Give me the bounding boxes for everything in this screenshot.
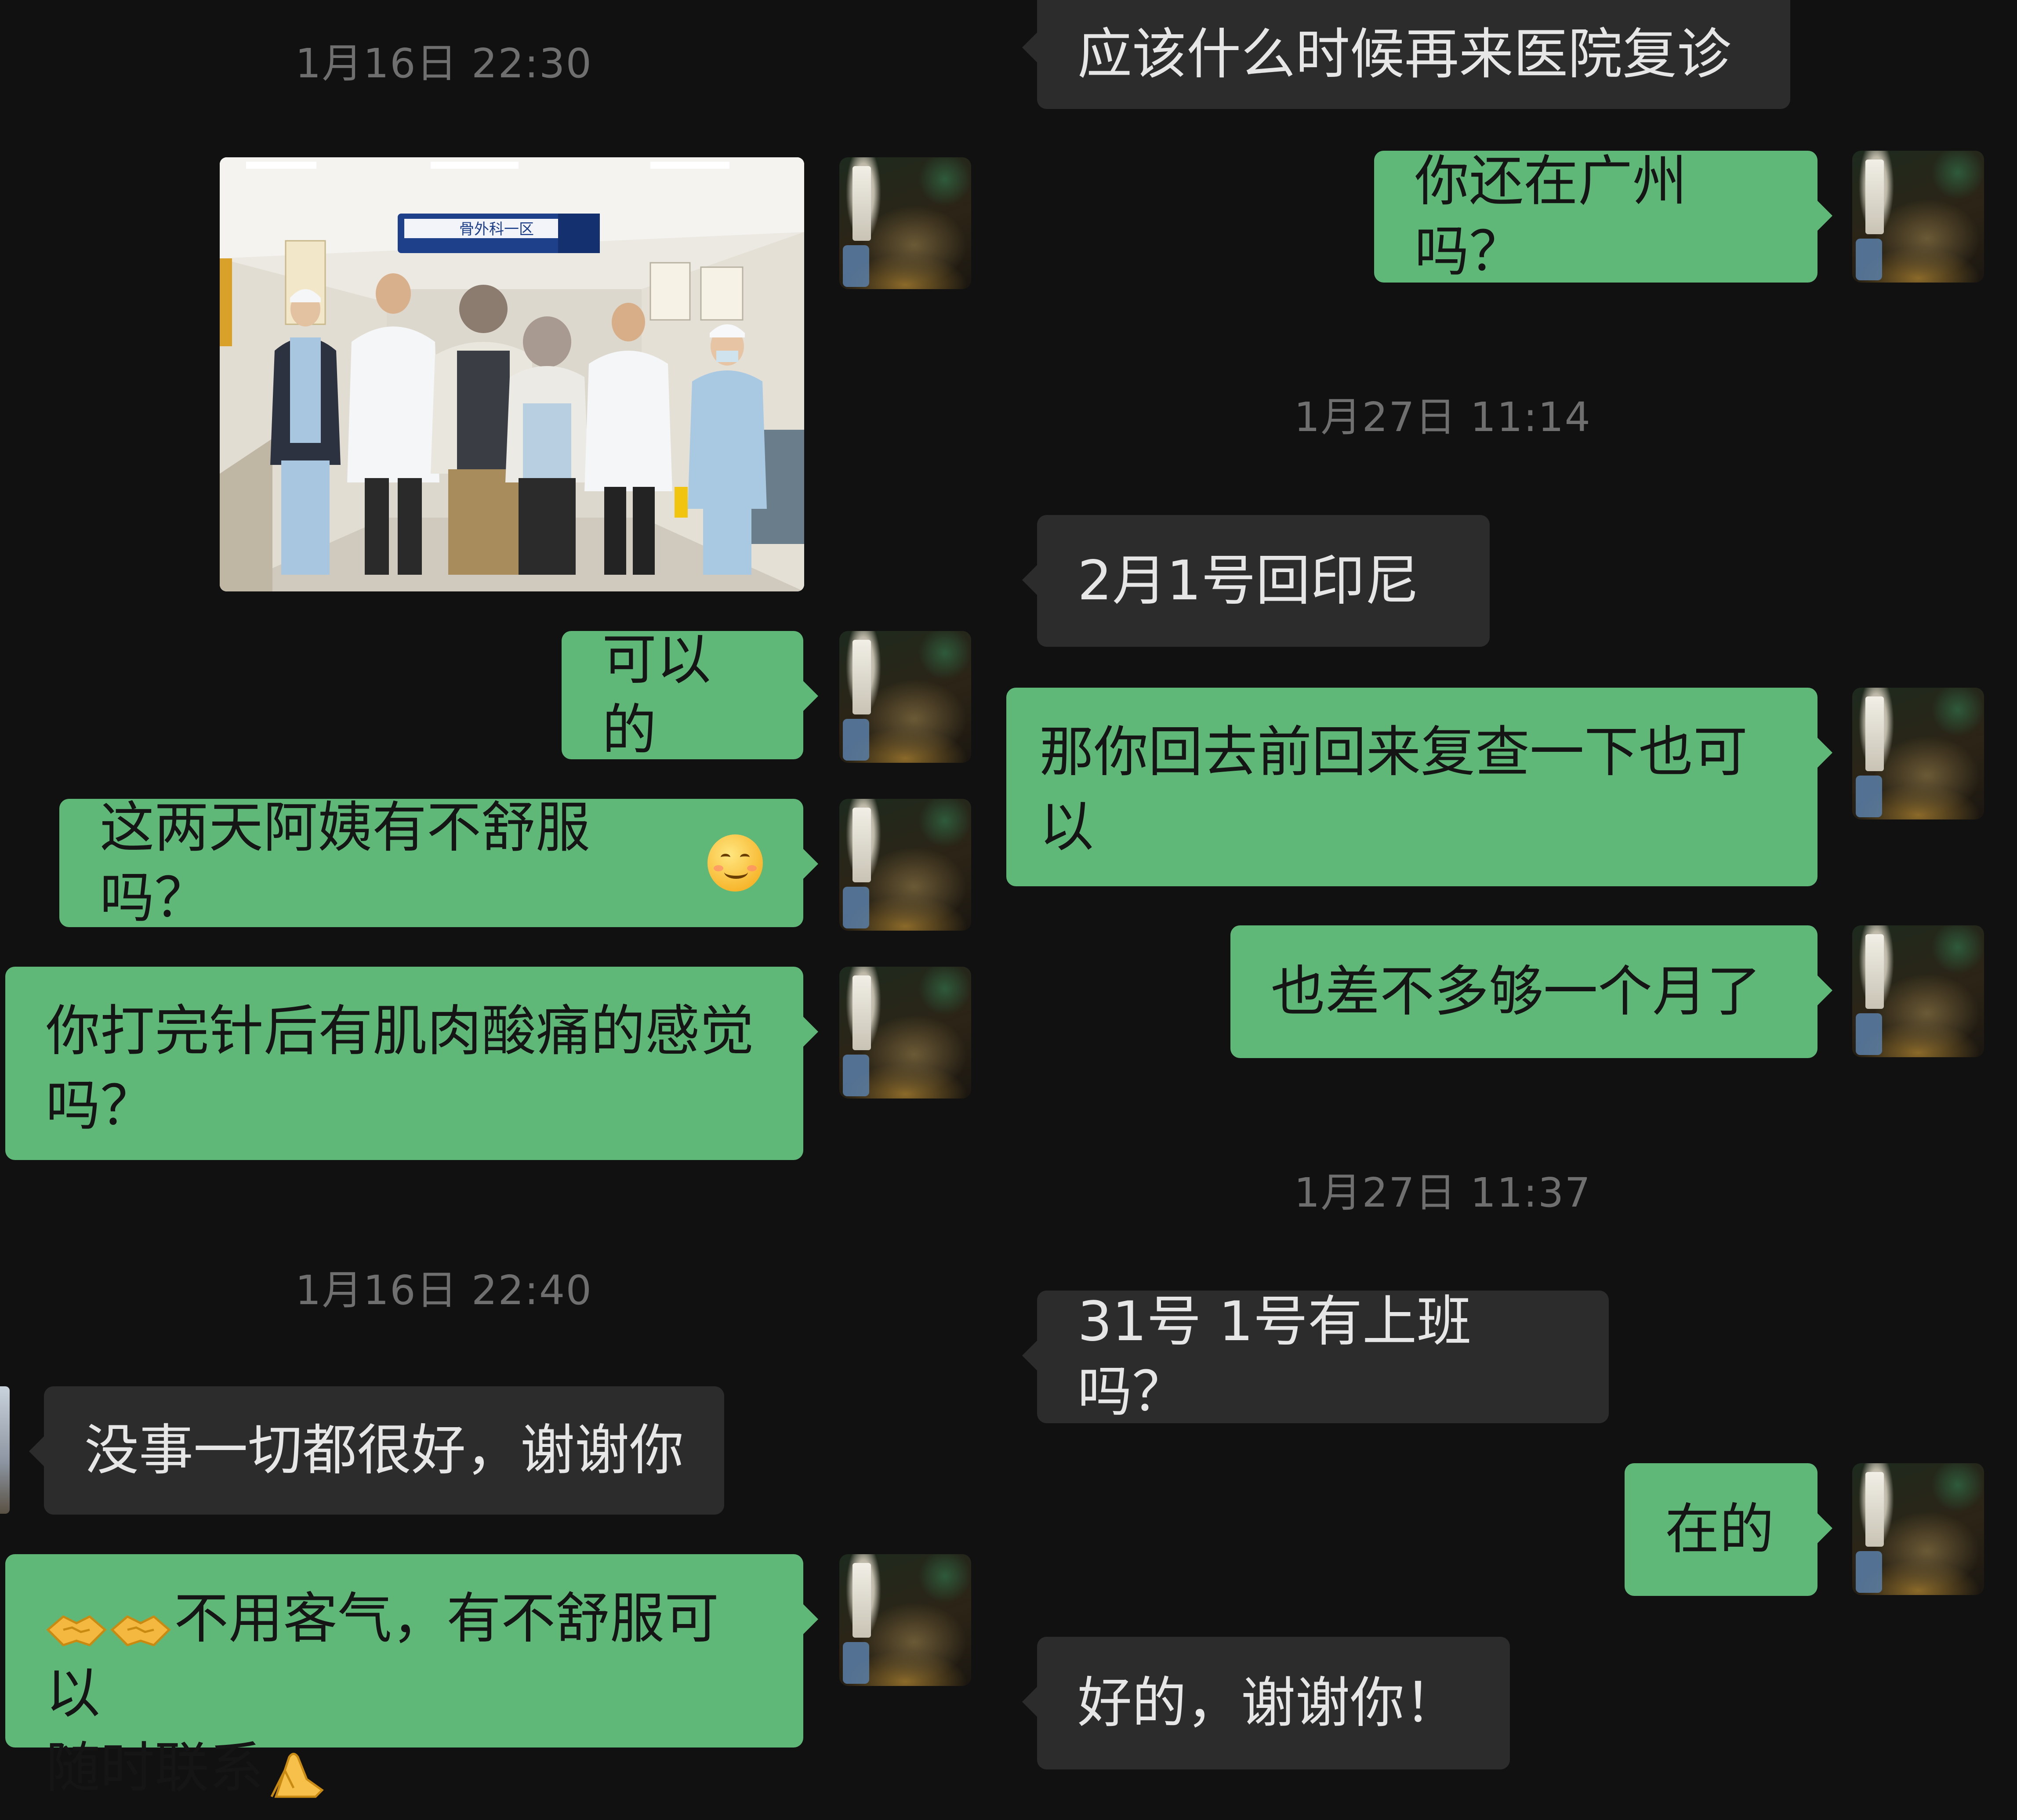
avatar[interactable]: [1852, 151, 1984, 283]
message-text: 31号 1号有上班吗？: [1077, 1290, 1472, 1424]
timestamp: 1月16日 22:40: [295, 1267, 592, 1314]
timestamp: 1月27日 11:14: [1294, 394, 1591, 441]
message-bubble[interactable]: 2月1号回印尼: [1022, 515, 1490, 647]
handshake-icon: [110, 1598, 171, 1646]
message-text-line: 你打完针后有肌肉酸痛的感觉: [46, 1000, 755, 1063]
message-bubble[interactable]: 这两天阿姨有不舒服吗？: [59, 796, 818, 930]
ward-sign-text: 骨外科一区: [459, 221, 534, 238]
message-text: 在的: [1665, 1498, 1774, 1561]
smiling-face-icon: [707, 834, 763, 892]
message-bubble[interactable]: 你还在广州吗？: [1374, 150, 1832, 283]
message-bubble[interactable]: 好的，谢谢你！: [1022, 1637, 1510, 1769]
chat-screenshot-left: 1月16日 22:30 骨外科一区 可以的 这两天阿姨有不舒服吗？ 你打完针后有…: [0, 0, 1008, 1800]
message-text: 你还在广州吗？: [1415, 150, 1687, 283]
message-bubble[interactable]: 在的: [1625, 1463, 1832, 1596]
message-bubble[interactable]: 也差不多够一个月了: [1230, 925, 1832, 1058]
message-bubble[interactable]: 你打完针后有肌肉酸痛的感觉 吗？: [5, 967, 818, 1160]
avatar[interactable]: [1852, 688, 1984, 819]
avatar[interactable]: [839, 631, 971, 763]
message-bubble[interactable]: 不用客气，有不舒服可以 随时联系: [5, 1554, 818, 1800]
contact-avatar-partial[interactable]: [0, 1386, 10, 1514]
avatar[interactable]: [839, 799, 971, 931]
message-bubble[interactable]: 可以的: [562, 628, 818, 762]
message-text: 应该什么时候再来医院复诊: [1077, 23, 1732, 86]
handshake-icon: [46, 1598, 107, 1646]
message-text: 没事一切都很好，谢谢你: [84, 1419, 684, 1482]
message-bubble[interactable]: 没事一切都很好，谢谢你: [29, 1386, 724, 1515]
message-text: 可以的: [602, 628, 711, 762]
message-text-line: 不用客气，有不舒服可以: [46, 1587, 719, 1725]
message-text: 也差不多够一个月了: [1271, 960, 1762, 1023]
message-bubble[interactable]: 应该什么时候再来医院复诊: [1022, 0, 1790, 109]
avatar[interactable]: [839, 1554, 971, 1686]
message-bubble[interactable]: 那你回去前回来复查一下也可 以: [1006, 688, 1832, 886]
message-text-line: 吗？: [46, 1074, 155, 1138]
message-text: 好的，谢谢你！: [1077, 1671, 1459, 1735]
avatar[interactable]: [1852, 925, 1984, 1057]
message-text-line: 那你回去前回来复查一下也可: [1039, 721, 1748, 784]
avatar[interactable]: [839, 157, 971, 289]
message-bubble[interactable]: 31号 1号有上班吗？: [1022, 1290, 1609, 1424]
folded-hands-icon: [267, 1745, 324, 1798]
avatar[interactable]: [1852, 1463, 1984, 1595]
message-text: 这两天阿姨有不舒服吗？: [100, 796, 591, 930]
timestamp: 1月27日 11:37: [1294, 1169, 1591, 1216]
message-text-line: 以: [1039, 795, 1094, 859]
hospital-photo-message[interactable]: 骨外科一区: [220, 157, 804, 591]
timestamp: 1月16日 22:30: [295, 40, 592, 87]
avatar[interactable]: [839, 967, 971, 1099]
message-text-line: 随时联系: [46, 1731, 763, 1805]
chat-screenshot-right: 应该什么时候再来医院复诊 你还在广州吗？ 1月27日 11:14 2月1号回印尼…: [1006, 0, 2017, 1788]
message-text: 2月1号回印尼: [1077, 549, 1419, 613]
hospital-group-photo: 骨外科一区: [220, 157, 804, 591]
